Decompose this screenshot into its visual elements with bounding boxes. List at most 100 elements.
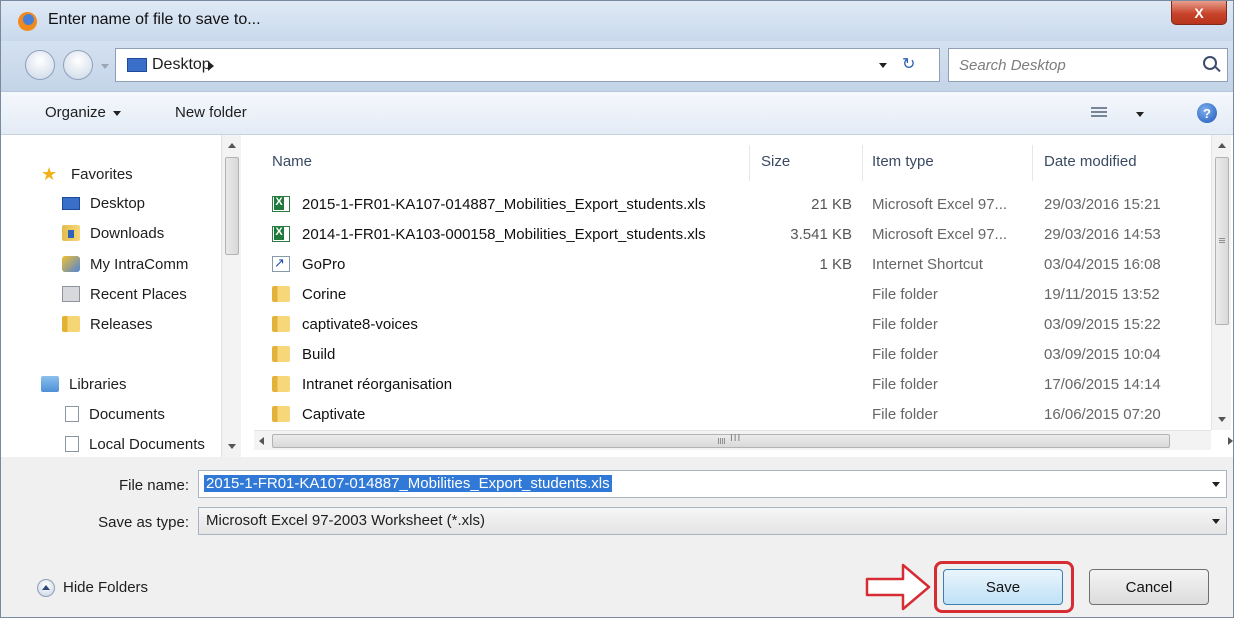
nav-item-desktop[interactable]: Desktop bbox=[62, 191, 145, 215]
search-input[interactable] bbox=[957, 55, 1187, 75]
file-row[interactable]: GoPro 1 KB Internet Shortcut 03/04/2015 … bbox=[254, 250, 1204, 280]
back-button[interactable] bbox=[25, 50, 55, 80]
hide-folders-chevron-icon[interactable] bbox=[37, 579, 55, 597]
scroll-thumb[interactable] bbox=[225, 157, 239, 255]
nav-item-downloads[interactable]: Downloads bbox=[62, 221, 164, 245]
folder-icon bbox=[272, 406, 290, 422]
save-as-type-select[interactable]: Microsoft Excel 97-2003 Worksheet (*.xls… bbox=[198, 507, 1227, 535]
search-icon[interactable] bbox=[1203, 56, 1217, 70]
file-row[interactable]: 2015-1-FR01-KA107-014887_Mobilities_Expo… bbox=[254, 190, 1204, 220]
cancel-button[interactable]: Cancel bbox=[1089, 569, 1209, 605]
new-folder-button[interactable]: New folder bbox=[175, 104, 247, 121]
file-name-input[interactable]: 2015-1-FR01-KA107-014887_Mobilities_Expo… bbox=[198, 470, 1227, 498]
save-type-dropdown-icon[interactable] bbox=[1212, 519, 1220, 524]
column-separator[interactable] bbox=[1032, 145, 1033, 181]
column-header-item-type[interactable]: Item type bbox=[872, 153, 934, 170]
nav-libraries-label: Libraries bbox=[69, 375, 127, 393]
address-bar[interactable]: Desktop ↻ bbox=[115, 48, 940, 82]
search-box[interactable] bbox=[948, 48, 1228, 82]
file-row[interactable]: Build File folder 03/09/2015 10:04 bbox=[254, 340, 1204, 370]
scroll-left-icon[interactable] bbox=[259, 437, 264, 445]
hide-folders-button[interactable]: Hide Folders bbox=[63, 579, 148, 596]
nav-item-label: Downloads bbox=[90, 224, 165, 242]
scroll-grip-label: III bbox=[730, 433, 742, 444]
file-size: 1 KB bbox=[819, 256, 852, 273]
save-as-type-label: Save as type: bbox=[98, 514, 189, 531]
refresh-icon[interactable]: ↻ bbox=[902, 54, 915, 74]
file-type: File folder bbox=[872, 406, 938, 423]
nav-pane-scrollbar[interactable] bbox=[221, 135, 241, 457]
file-list-vertical-scrollbar[interactable] bbox=[1211, 135, 1231, 430]
file-type: File folder bbox=[872, 346, 938, 363]
excel-file-icon bbox=[272, 196, 290, 212]
nav-item-label: My IntraComm bbox=[90, 255, 189, 273]
star-icon: ★ bbox=[41, 164, 58, 184]
file-type: Internet Shortcut bbox=[872, 256, 983, 273]
document-icon bbox=[65, 406, 79, 422]
close-button[interactable]: X bbox=[1171, 1, 1227, 25]
new-folder-label: New folder bbox=[175, 104, 247, 121]
nav-favorites-label: Favorites bbox=[71, 165, 133, 183]
folder-icon bbox=[62, 316, 80, 332]
file-list-horizontal-scrollbar[interactable]: III bbox=[254, 430, 1233, 450]
column-separator[interactable] bbox=[862, 145, 863, 181]
nav-item-label: Recent Places bbox=[90, 285, 187, 303]
nav-item-label: Desktop bbox=[90, 194, 146, 212]
pane-splitter[interactable] bbox=[244, 135, 254, 457]
view-options-icon[interactable] bbox=[1091, 107, 1107, 119]
scroll-up-icon[interactable] bbox=[228, 143, 236, 148]
column-header-name[interactable]: Name bbox=[272, 153, 312, 170]
scroll-up-icon[interactable] bbox=[1218, 143, 1226, 148]
file-name: 2014-1-FR01-KA103-000158_Mobilities_Expo… bbox=[302, 226, 706, 243]
file-row[interactable]: Captivate File folder 16/06/2015 07:20 bbox=[254, 400, 1204, 430]
file-name-value[interactable]: 2015-1-FR01-KA107-014887_Mobilities_Expo… bbox=[204, 475, 612, 492]
navigation-pane: ★ Favorites Desktop Downloads My IntraCo… bbox=[1, 135, 244, 457]
shortcut-icon bbox=[272, 255, 290, 272]
scroll-thumb[interactable] bbox=[272, 434, 1170, 448]
nav-item-my-intracomm[interactable]: My IntraComm bbox=[62, 252, 188, 276]
scroll-right-icon[interactable] bbox=[1228, 437, 1233, 445]
nav-item-label: Releases bbox=[90, 315, 153, 333]
nav-item-documents[interactable]: Documents bbox=[65, 402, 165, 426]
file-type: Microsoft Excel 97... bbox=[872, 226, 1008, 243]
organize-button[interactable]: Organize bbox=[45, 104, 121, 121]
document-icon bbox=[65, 436, 79, 452]
scroll-down-icon[interactable] bbox=[228, 444, 236, 449]
file-name: Captivate bbox=[302, 406, 366, 423]
file-name-dropdown-icon[interactable] bbox=[1212, 482, 1220, 487]
view-dropdown-icon[interactable] bbox=[1136, 112, 1144, 117]
scroll-down-icon[interactable] bbox=[1218, 417, 1226, 422]
nav-item-label: Documents bbox=[89, 405, 165, 423]
recent-pages-dropdown[interactable] bbox=[101, 64, 109, 69]
file-row[interactable]: captivate8-voices File folder 03/09/2015… bbox=[254, 310, 1204, 340]
help-icon[interactable]: ? bbox=[1197, 103, 1217, 123]
column-separator[interactable] bbox=[749, 145, 750, 181]
column-header-size[interactable]: Size bbox=[761, 153, 790, 170]
nav-item-releases[interactable]: Releases bbox=[62, 312, 153, 336]
address-dropdown-icon[interactable] bbox=[879, 63, 887, 68]
libraries-icon bbox=[41, 376, 59, 392]
forward-button[interactable] bbox=[63, 50, 93, 80]
command-toolbar: Organize New folder ? bbox=[1, 91, 1233, 135]
address-location[interactable]: Desktop bbox=[152, 56, 211, 74]
file-list-pane: Name Size Item type Date modified 2015-1… bbox=[254, 135, 1233, 457]
intracomm-icon bbox=[62, 256, 80, 272]
file-row[interactable]: Intranet réorganisation File folder 17/0… bbox=[254, 370, 1204, 400]
file-name: Intranet réorganisation bbox=[302, 376, 453, 393]
file-size: 21 KB bbox=[811, 196, 852, 213]
organize-label: Organize bbox=[45, 104, 106, 121]
breadcrumb-chevron-icon[interactable] bbox=[208, 61, 214, 71]
nav-item-recent-places[interactable]: Recent Places bbox=[62, 282, 187, 306]
file-row[interactable]: 2014-1-FR01-KA103-000158_Mobilities_Expo… bbox=[254, 220, 1204, 250]
nav-item-local-documents[interactable]: Local Documents bbox=[65, 432, 219, 456]
column-header-date-modified[interactable]: Date modified bbox=[1044, 153, 1137, 170]
file-type: File folder bbox=[872, 286, 938, 303]
save-button[interactable]: Save bbox=[943, 569, 1063, 605]
nav-libraries-header[interactable]: Libraries bbox=[41, 372, 127, 396]
nav-favorites-header[interactable]: ★ Favorites bbox=[41, 162, 133, 186]
file-name: Corine bbox=[302, 286, 347, 303]
file-row[interactable]: Corine File folder 19/11/2015 13:52 bbox=[254, 280, 1204, 310]
file-name: 2015-1-FR01-KA107-014887_Mobilities_Expo… bbox=[302, 196, 706, 213]
scroll-thumb[interactable] bbox=[1215, 157, 1229, 325]
file-name: captivate8-voices bbox=[302, 316, 418, 333]
